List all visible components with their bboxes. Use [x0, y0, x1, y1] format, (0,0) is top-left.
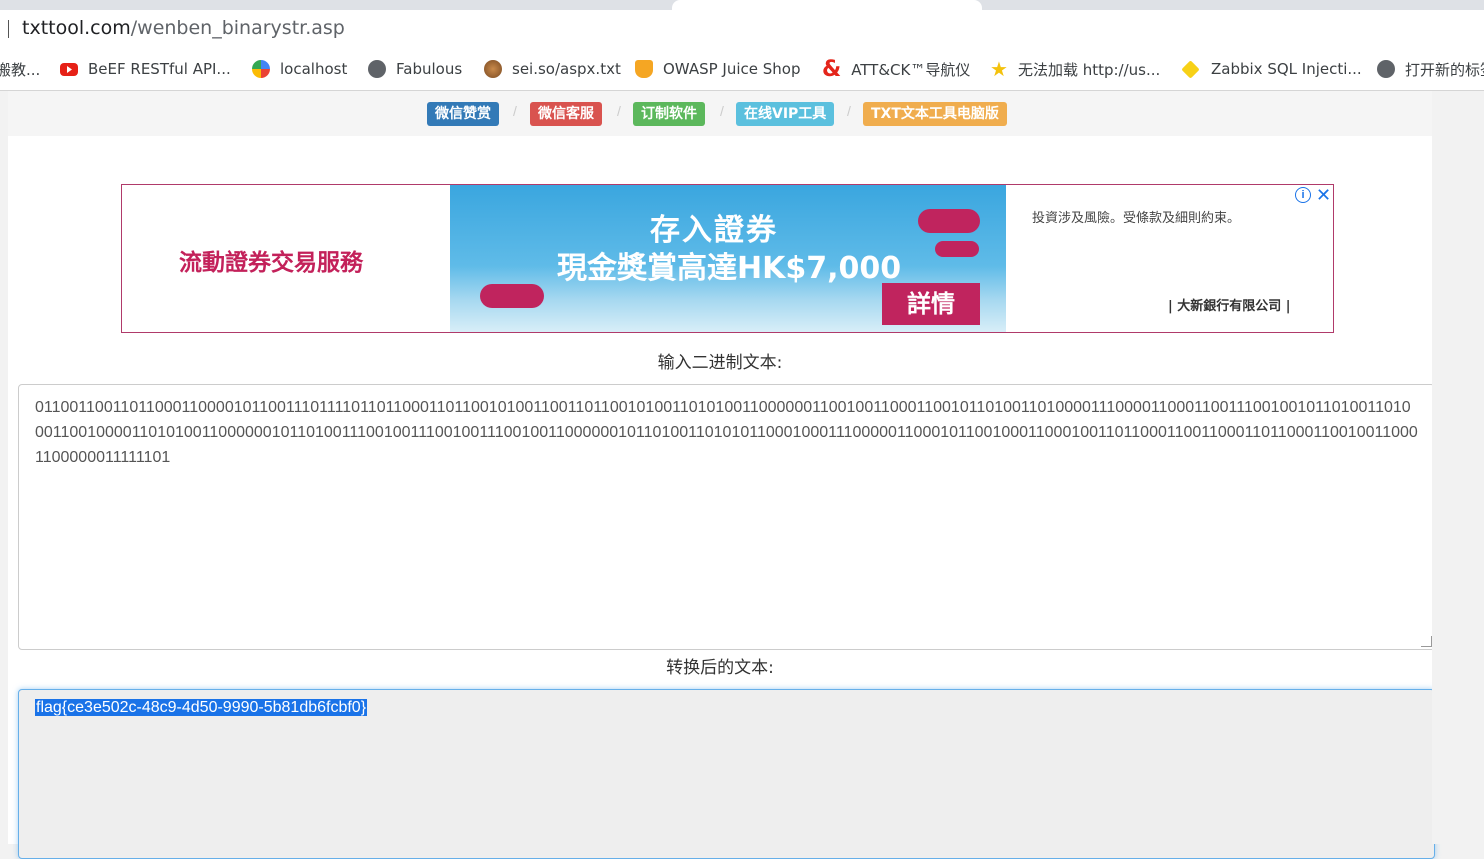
ad-decor-pill: [480, 284, 544, 308]
url-path: /wenben_binarystr.asp: [130, 17, 345, 39]
ad-image[interactable]: 存入證券 現金獎賞高達HK$7,000 詳情: [450, 185, 1006, 332]
bookmark-label: 搬教...: [0, 60, 41, 79]
diamond-icon: [1181, 59, 1200, 79]
nav-separator: /: [513, 103, 517, 119]
juice-icon: [635, 60, 653, 78]
youtube-icon: [60, 62, 78, 76]
bookmark-item[interactable]: & ATT&CK™导航仪: [822, 56, 971, 82]
ampersand-icon: &: [822, 56, 842, 82]
bookmark-label: Zabbix SQL Injecti...: [1211, 60, 1362, 78]
url-host: txttool.com: [22, 17, 131, 39]
ad-cta-button[interactable]: 詳情: [882, 283, 980, 325]
star-icon: ★: [990, 57, 1008, 81]
ad-decor-pill: [935, 241, 979, 257]
bookmark-label: 无法加载 http://us...: [1017, 60, 1161, 79]
info-icon[interactable]: i: [1295, 187, 1311, 203]
bookmark-label: Fabulous: [396, 60, 463, 78]
nav-badge-wechat-service[interactable]: 微信客服: [530, 102, 602, 126]
bookmark-item[interactable]: OWASP Juice Shop: [635, 58, 800, 80]
bookmark-item[interactable]: sei.so/aspx.txt: [484, 58, 621, 80]
bookmark-label: ATT&CK™导航仪: [851, 60, 971, 79]
bookmark-label: localhost: [280, 60, 348, 78]
ad-disclaimer: 投資涉及風險。受條款及細則約束。: [1032, 211, 1241, 226]
nav-badge-vip-tools[interactable]: 在线VIP工具: [736, 102, 835, 126]
bookmark-item[interactable]: ★ 无法加载 http://us...: [990, 57, 1161, 81]
colorful-globe-icon: [252, 60, 270, 78]
ball-icon: [484, 60, 502, 78]
converted-output-textarea[interactable]: flag{ce3e502c-48c9-4d50-9990-5b81db6fcbf…: [18, 689, 1435, 859]
bookmark-item[interactable]: 搬教...: [0, 58, 40, 80]
ad-headline-2: 現金獎賞高達HK$7,000: [557, 251, 902, 286]
bookmark-label: OWASP Juice Shop: [663, 60, 801, 78]
bookmark-item[interactable]: 打开新的标签: [1377, 58, 1484, 80]
output-selected-text: flag{ce3e502c-48c9-4d50-9990-5b81db6fcbf…: [35, 699, 368, 716]
nav-badge-custom-software[interactable]: 订制软件: [633, 102, 705, 126]
bookmark-label: BeEF RESTful API...: [88, 60, 231, 78]
ad-left-text: 流動證券交易服務: [179, 250, 363, 276]
nav-separator: /: [847, 103, 851, 119]
url-text[interactable]: txttool.com/wenben_binarystr.asp: [22, 17, 345, 39]
bookmark-item[interactable]: Zabbix SQL Injecti...: [1181, 58, 1362, 80]
binary-input-value: 0110011001101100011000010110011101111011…: [35, 399, 1418, 466]
globe-icon: [368, 60, 386, 78]
resize-handle-icon[interactable]: [1421, 636, 1432, 647]
ad-decor-pill: [918, 209, 980, 233]
bookmark-item[interactable]: localhost: [252, 58, 347, 80]
nav-badge-desktop-version[interactable]: TXT文本工具电脑版: [863, 102, 1007, 126]
input-label: 输入二进制文本:: [657, 353, 783, 373]
ad-bank-name: | 大新銀行有限公司 |: [1168, 299, 1291, 314]
bookmark-item[interactable]: Fabulous: [368, 58, 462, 80]
advertisement-banner[interactable]: 流動證券交易服務 存入證券 現金獎賞高達HK$7,000 詳情 投資涉及風險。受…: [121, 184, 1334, 333]
globe-icon: [1377, 60, 1395, 78]
nav-badge-wechat-tip[interactable]: 微信赞赏: [427, 102, 499, 126]
top-nav: 微信赞赏 / 微信客服 / 订制软件 / 在线VIP工具 / TXT文本工具电脑…: [8, 91, 1432, 136]
bookmark-label: 打开新的标签: [1405, 60, 1484, 79]
page-content: 微信赞赏 / 微信客服 / 订制软件 / 在线VIP工具 / TXT文本工具电脑…: [8, 91, 1435, 859]
bookmark-label: sei.so/aspx.txt: [512, 60, 621, 78]
address-bar[interactable]: txttool.com/wenben_binarystr.asp: [0, 10, 1484, 48]
nav-separator: /: [720, 103, 724, 119]
bookmark-item[interactable]: BeEF RESTful API...: [60, 58, 231, 80]
bookmarks-bar: 搬教... BeEF RESTful API... localhost Fabu…: [0, 48, 1484, 91]
close-icon[interactable]: ✕: [1316, 185, 1331, 206]
nav-separator: /: [617, 103, 621, 119]
output-label: 转换后的文本:: [666, 658, 774, 678]
binary-input-textarea[interactable]: 0110011001101100011000010110011101111011…: [18, 384, 1435, 650]
page-gutter: [1432, 91, 1484, 844]
text-cursor: [8, 20, 9, 38]
